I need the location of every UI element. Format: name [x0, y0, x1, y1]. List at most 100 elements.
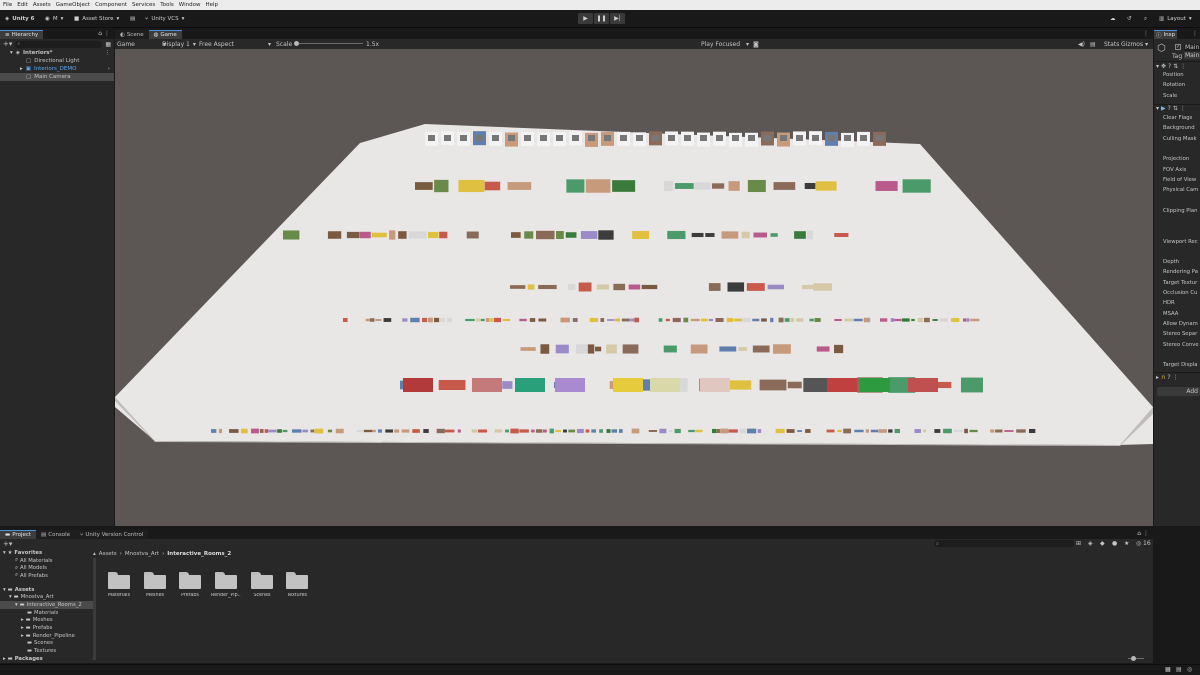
inspector-property[interactable]: Allow Dynam: [1154, 319, 1200, 329]
tab-project[interactable]: ▬ Project: [0, 530, 37, 539]
inspector-property[interactable]: Target Textur: [1154, 278, 1200, 288]
tree-item[interactable]: ▾ ▬ Interactive_Rooms_2: [0, 601, 95, 609]
menu-assets[interactable]: Assets: [33, 2, 51, 8]
tab-version-control[interactable]: ⑂ Unity Version Control: [75, 530, 149, 539]
breadcrumb-item[interactable]: Mnostva_Art: [125, 551, 159, 557]
more-icon[interactable]: ⋮: [1143, 530, 1149, 537]
lock-icon[interactable]: ⌂: [1137, 530, 1141, 537]
tab-hierarchy[interactable]: ≡ Hierarchy: [0, 30, 44, 39]
tree-item[interactable]: ▾ ▬ Mnostva_Art: [0, 593, 95, 601]
search-by-label-icon[interactable]: ◈: [1088, 540, 1093, 547]
breadcrumb-item[interactable]: Assets: [99, 551, 117, 557]
icon-size-slider[interactable]: [1128, 656, 1144, 661]
inspector-property[interactable]: Viewport Rec: [1154, 236, 1200, 246]
tag-icon[interactable]: ◆: [1100, 540, 1105, 547]
inspector-property[interactable]: Occlusion Cu: [1154, 288, 1200, 298]
folder-meshes[interactable]: Meshes: [140, 572, 170, 598]
tab-scene[interactable]: ◐ Scene: [115, 30, 149, 39]
visibility-icon[interactable]: ◎: [1136, 540, 1141, 547]
hierarchy-item-main-camera[interactable]: ▢ Main Camera: [0, 73, 114, 81]
favorite-item[interactable]: ⌕ All Prefabs: [0, 572, 95, 580]
vcs-button[interactable]: ⑂ Unity VCS ▾: [142, 13, 187, 25]
inspector-property[interactable]: Clipping Plan: [1154, 206, 1200, 216]
folder-textures[interactable]: Textures: [282, 572, 312, 598]
play-focused-dropdown[interactable]: Play Focused ▾: [701, 41, 749, 48]
tree-item[interactable]: ▸ ▬ Meshes: [0, 617, 95, 625]
game-render-viewport[interactable]: [115, 49, 1153, 526]
inspector-property[interactable]: Background: [1154, 123, 1200, 133]
info-icon[interactable]: ●: [1112, 540, 1117, 547]
progress-icon[interactable]: ▦: [1165, 666, 1171, 673]
tree-item[interactable]: ▬ Textures: [0, 647, 95, 655]
help-icon[interactable]: ?: [1168, 105, 1171, 112]
scale-slider[interactable]: [294, 41, 363, 46]
inspector-property[interactable]: FOV Axis: [1154, 164, 1200, 174]
gizmos-dropdown[interactable]: Gizmos ▾: [1121, 41, 1148, 48]
tab-inspector[interactable]: ⓘ Insp: [1154, 30, 1177, 39]
account-button[interactable]: ◉ M ▾: [42, 13, 66, 25]
more-icon[interactable]: ⋮: [105, 50, 111, 56]
folder-render-pipeline[interactable]: Render_Pip...: [211, 572, 241, 598]
inspector-property[interactable]: Scale: [1154, 91, 1200, 101]
more-icon[interactable]: ⋮: [1192, 30, 1198, 37]
active-checkbox[interactable]: ✓: [1175, 44, 1181, 50]
menu-help[interactable]: Help: [205, 2, 218, 8]
preset-icon[interactable]: ⇅: [1173, 63, 1178, 70]
aspect-dropdown[interactable]: Free Aspect ▾: [199, 41, 271, 48]
menu-tools[interactable]: Tools: [160, 2, 174, 8]
search-button[interactable]: ⌕: [1141, 13, 1150, 25]
chevron-right-icon[interactable]: ›: [108, 66, 110, 72]
menu-file[interactable]: File: [3, 2, 12, 8]
unity-version-button[interactable]: ◈ Unity 6: [2, 13, 37, 25]
cloud-button[interactable]: ☁: [1107, 13, 1119, 25]
more-icon[interactable]: ⋮: [1180, 105, 1186, 112]
asset-store-button[interactable]: ■ Asset Store ▾: [71, 13, 122, 25]
camera-capture-icon[interactable]: ◙: [753, 41, 759, 48]
inspector-property[interactable]: MSAA: [1154, 309, 1200, 319]
help-icon[interactable]: ?: [1167, 374, 1170, 381]
tree-item[interactable]: ▬ Materials: [0, 609, 95, 617]
assets-row[interactable]: ▾ ▬ Assets: [0, 586, 95, 594]
inspector-property[interactable]: Target Displa: [1154, 360, 1200, 370]
inspector-property[interactable]: Position: [1154, 70, 1200, 80]
inspector-property[interactable]: Rotation: [1154, 80, 1200, 90]
audio-icon[interactable]: ◀): [1078, 41, 1085, 48]
inspector-property[interactable]: Depth: [1154, 257, 1200, 267]
menu-edit[interactable]: Edit: [17, 2, 28, 8]
pause-button[interactable]: ❚❚: [594, 13, 609, 24]
tab-game[interactable]: ◍ Game: [148, 30, 182, 39]
inspector-property[interactable]: Physical Cam: [1154, 185, 1200, 195]
tree-item[interactable]: ▸ ▬ Render_Pipeline: [0, 632, 95, 640]
tree-item[interactable]: ▬ Scenes: [0, 640, 95, 648]
audio-listener-header[interactable]: ▸ ∩ ? ⋮: [1154, 372, 1200, 381]
inspector-property[interactable]: Stereo Separ: [1154, 329, 1200, 339]
search-by-type-icon[interactable]: ⊞: [1076, 540, 1081, 547]
more-icon[interactable]: ⋮: [1143, 30, 1149, 37]
folder-materials[interactable]: Materials: [104, 572, 134, 598]
inspector-property[interactable]: Clear Flags: [1154, 113, 1200, 123]
play-button[interactable]: ▶: [578, 13, 593, 24]
tree-scrollbar[interactable]: [93, 558, 96, 660]
menu-component[interactable]: Component: [95, 2, 127, 8]
inspector-property[interactable]: Culling Mask: [1154, 133, 1200, 143]
hierarchy-item-interiors-demo[interactable]: ▸ ▣ Interiors_DEMO ›: [0, 65, 114, 73]
menu-window[interactable]: Window: [179, 2, 201, 8]
more-icon[interactable]: ⋮: [1173, 374, 1179, 381]
step-button[interactable]: ▶|: [610, 13, 625, 24]
cloud-storage-button[interactable]: ▤: [127, 13, 138, 25]
cache-icon[interactable]: ▤: [1176, 666, 1182, 673]
stats-button[interactable]: Stats: [1104, 41, 1119, 48]
add-icon[interactable]: +▾: [3, 540, 12, 548]
star-icon[interactable]: ★: [1124, 540, 1129, 547]
add-icon[interactable]: +▾: [3, 40, 12, 48]
inspector-property[interactable]: Stereo Conve: [1154, 339, 1200, 349]
folder-prefabs[interactable]: Prefabs: [175, 572, 205, 598]
hierarchy-search-input[interactable]: ⌕: [15, 40, 103, 48]
more-icon[interactable]: ⋮: [1180, 63, 1186, 70]
display-dropdown[interactable]: Display 1 ▾: [162, 41, 196, 48]
more-icon[interactable]: ⋮: [104, 30, 110, 37]
icon-size-slider-thumb[interactable]: [1131, 656, 1136, 661]
menu-gameobject[interactable]: GameObject: [56, 2, 90, 8]
tag-dropdown[interactable]: Main: [1184, 52, 1200, 59]
lock-icon[interactable]: ⌂: [98, 30, 102, 37]
